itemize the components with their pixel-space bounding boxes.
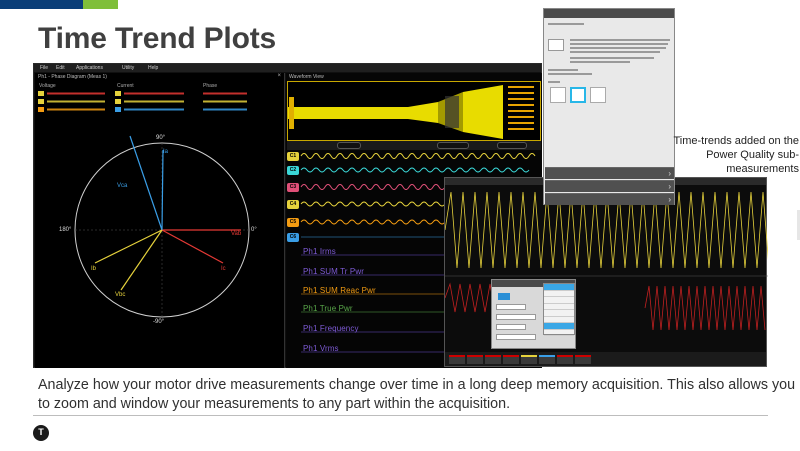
meas-label-text: Ph1 SUM Reac Pwr bbox=[303, 286, 376, 295]
panel-section-3[interactable] bbox=[545, 193, 674, 205]
panel-text-line bbox=[570, 43, 668, 45]
vector-label-ia: Ia bbox=[163, 149, 169, 155]
channel-1-badge[interactable]: C1 bbox=[287, 152, 299, 161]
menu-edit[interactable]: Edit bbox=[56, 65, 65, 71]
meas-label-true-pwr[interactable]: Ph1 True Pwr bbox=[303, 304, 353, 313]
meas-label-frequency[interactable]: Ph1 Frequency bbox=[303, 324, 359, 333]
menu-applications[interactable]: Applications bbox=[76, 65, 103, 71]
dialog-blue-toggle[interactable] bbox=[498, 293, 510, 300]
tab-7[interactable] bbox=[557, 355, 573, 364]
menu-utility[interactable]: Utility bbox=[122, 65, 134, 71]
tab-1[interactable] bbox=[449, 355, 465, 364]
zoom-position-pill[interactable] bbox=[437, 142, 469, 149]
waveform-view-title: Waveform View bbox=[289, 74, 324, 80]
channel-5-badge[interactable]: C5 bbox=[287, 218, 299, 227]
panel-header bbox=[544, 9, 674, 18]
tab-6[interactable] bbox=[539, 355, 555, 364]
vector-label-vab: Vab bbox=[231, 231, 242, 237]
phase-diagram-panel: Ph1 - Phase Diagram (Meas 1) × Voltage C… bbox=[35, 73, 285, 368]
channel-2-badge[interactable]: C2 bbox=[287, 166, 299, 175]
channel-6-badge[interactable]: C6 bbox=[287, 233, 299, 242]
zoom-window-tab-bar bbox=[445, 352, 766, 366]
scope-menu-bar: File Edit Applications Utility Help bbox=[34, 64, 541, 72]
logo-letter: T bbox=[38, 427, 44, 437]
axis-label-bottom: -90° bbox=[153, 319, 165, 325]
dialog-field-3[interactable] bbox=[496, 324, 526, 330]
zoom-scale-pill[interactable] bbox=[337, 142, 361, 149]
vector-label-ib: Ib bbox=[91, 266, 97, 272]
tab-4[interactable] bbox=[503, 355, 519, 364]
panel-text-line bbox=[570, 39, 670, 41]
callout-text: Time-trends added on the Power Quality s… bbox=[673, 135, 799, 175]
vector-label-vca: Vca bbox=[117, 183, 128, 189]
page-title: Time Trend Plots bbox=[38, 22, 276, 55]
panel-text-line bbox=[570, 61, 630, 63]
panel-text-line bbox=[548, 81, 560, 83]
tab-2[interactable] bbox=[467, 355, 483, 364]
panel-text-line bbox=[548, 73, 592, 75]
vector-label-ic: Ic bbox=[221, 266, 226, 272]
menu-help[interactable]: Help bbox=[148, 65, 158, 71]
power-quality-settings-panel bbox=[543, 8, 675, 205]
axis-label-top: 90° bbox=[156, 135, 166, 141]
tab-3[interactable] bbox=[485, 355, 501, 364]
company-logo: T bbox=[33, 425, 49, 441]
axis-label-right: 0° bbox=[251, 227, 257, 233]
meas-label-vrms[interactable]: Ph1 Vrms bbox=[303, 344, 339, 353]
phasor-icon-button[interactable] bbox=[550, 87, 566, 103]
channel-3-badge[interactable]: C3 bbox=[287, 183, 299, 192]
tab-5[interactable] bbox=[521, 355, 537, 364]
tab-8[interactable] bbox=[575, 355, 591, 364]
caption-text: Analyze how your motor drive measurement… bbox=[38, 377, 796, 412]
vector-label-vbc: Vbc bbox=[115, 292, 126, 298]
overview-ruler bbox=[287, 141, 541, 150]
meas-label-irms[interactable]: Ph1 Irms bbox=[303, 247, 336, 256]
panel-mode-button[interactable] bbox=[548, 39, 564, 51]
overview-record[interactable] bbox=[287, 81, 541, 141]
panel-section-1[interactable] bbox=[545, 167, 674, 179]
meas-label-text: Ph1 Vrms bbox=[303, 344, 339, 353]
histogram-icon-button[interactable] bbox=[590, 87, 606, 103]
panel-text-line bbox=[548, 23, 584, 25]
meas-label-text: Ph1 Irms bbox=[303, 247, 336, 256]
axis-label-left: 180° bbox=[59, 227, 72, 233]
panel-section-2[interactable] bbox=[545, 180, 674, 192]
panel-text-line bbox=[570, 47, 666, 49]
dialog-field-4[interactable] bbox=[496, 334, 536, 340]
zoom-marker-pill[interactable] bbox=[497, 142, 527, 149]
dialog-field-2[interactable] bbox=[496, 314, 536, 320]
meas-label-sum-reac-pwr[interactable]: Ph1 SUM Reac Pwr bbox=[303, 286, 376, 295]
header-accent-bar bbox=[0, 0, 118, 9]
panel-text-line bbox=[570, 57, 654, 59]
time-trend-icon-button[interactable] bbox=[570, 87, 586, 103]
menu-file[interactable]: File bbox=[40, 65, 48, 71]
meas-label-text: Ph1 Frequency bbox=[303, 324, 359, 333]
dropdown-list bbox=[543, 283, 575, 336]
dialog-field-1[interactable] bbox=[496, 304, 526, 310]
dropdown-option[interactable] bbox=[544, 330, 574, 336]
footer-divider bbox=[33, 415, 768, 416]
channel-4-badge[interactable]: C4 bbox=[287, 200, 299, 209]
meas-label-text: Ph1 SUM Tr Pwr bbox=[303, 267, 364, 276]
panel-text-line bbox=[548, 69, 578, 71]
meas-label-sum-tr-pwr[interactable]: Ph1 SUM Tr Pwr bbox=[303, 267, 364, 276]
panel-text-line bbox=[570, 51, 660, 53]
meas-label-text: Ph1 True Pwr bbox=[303, 304, 353, 313]
